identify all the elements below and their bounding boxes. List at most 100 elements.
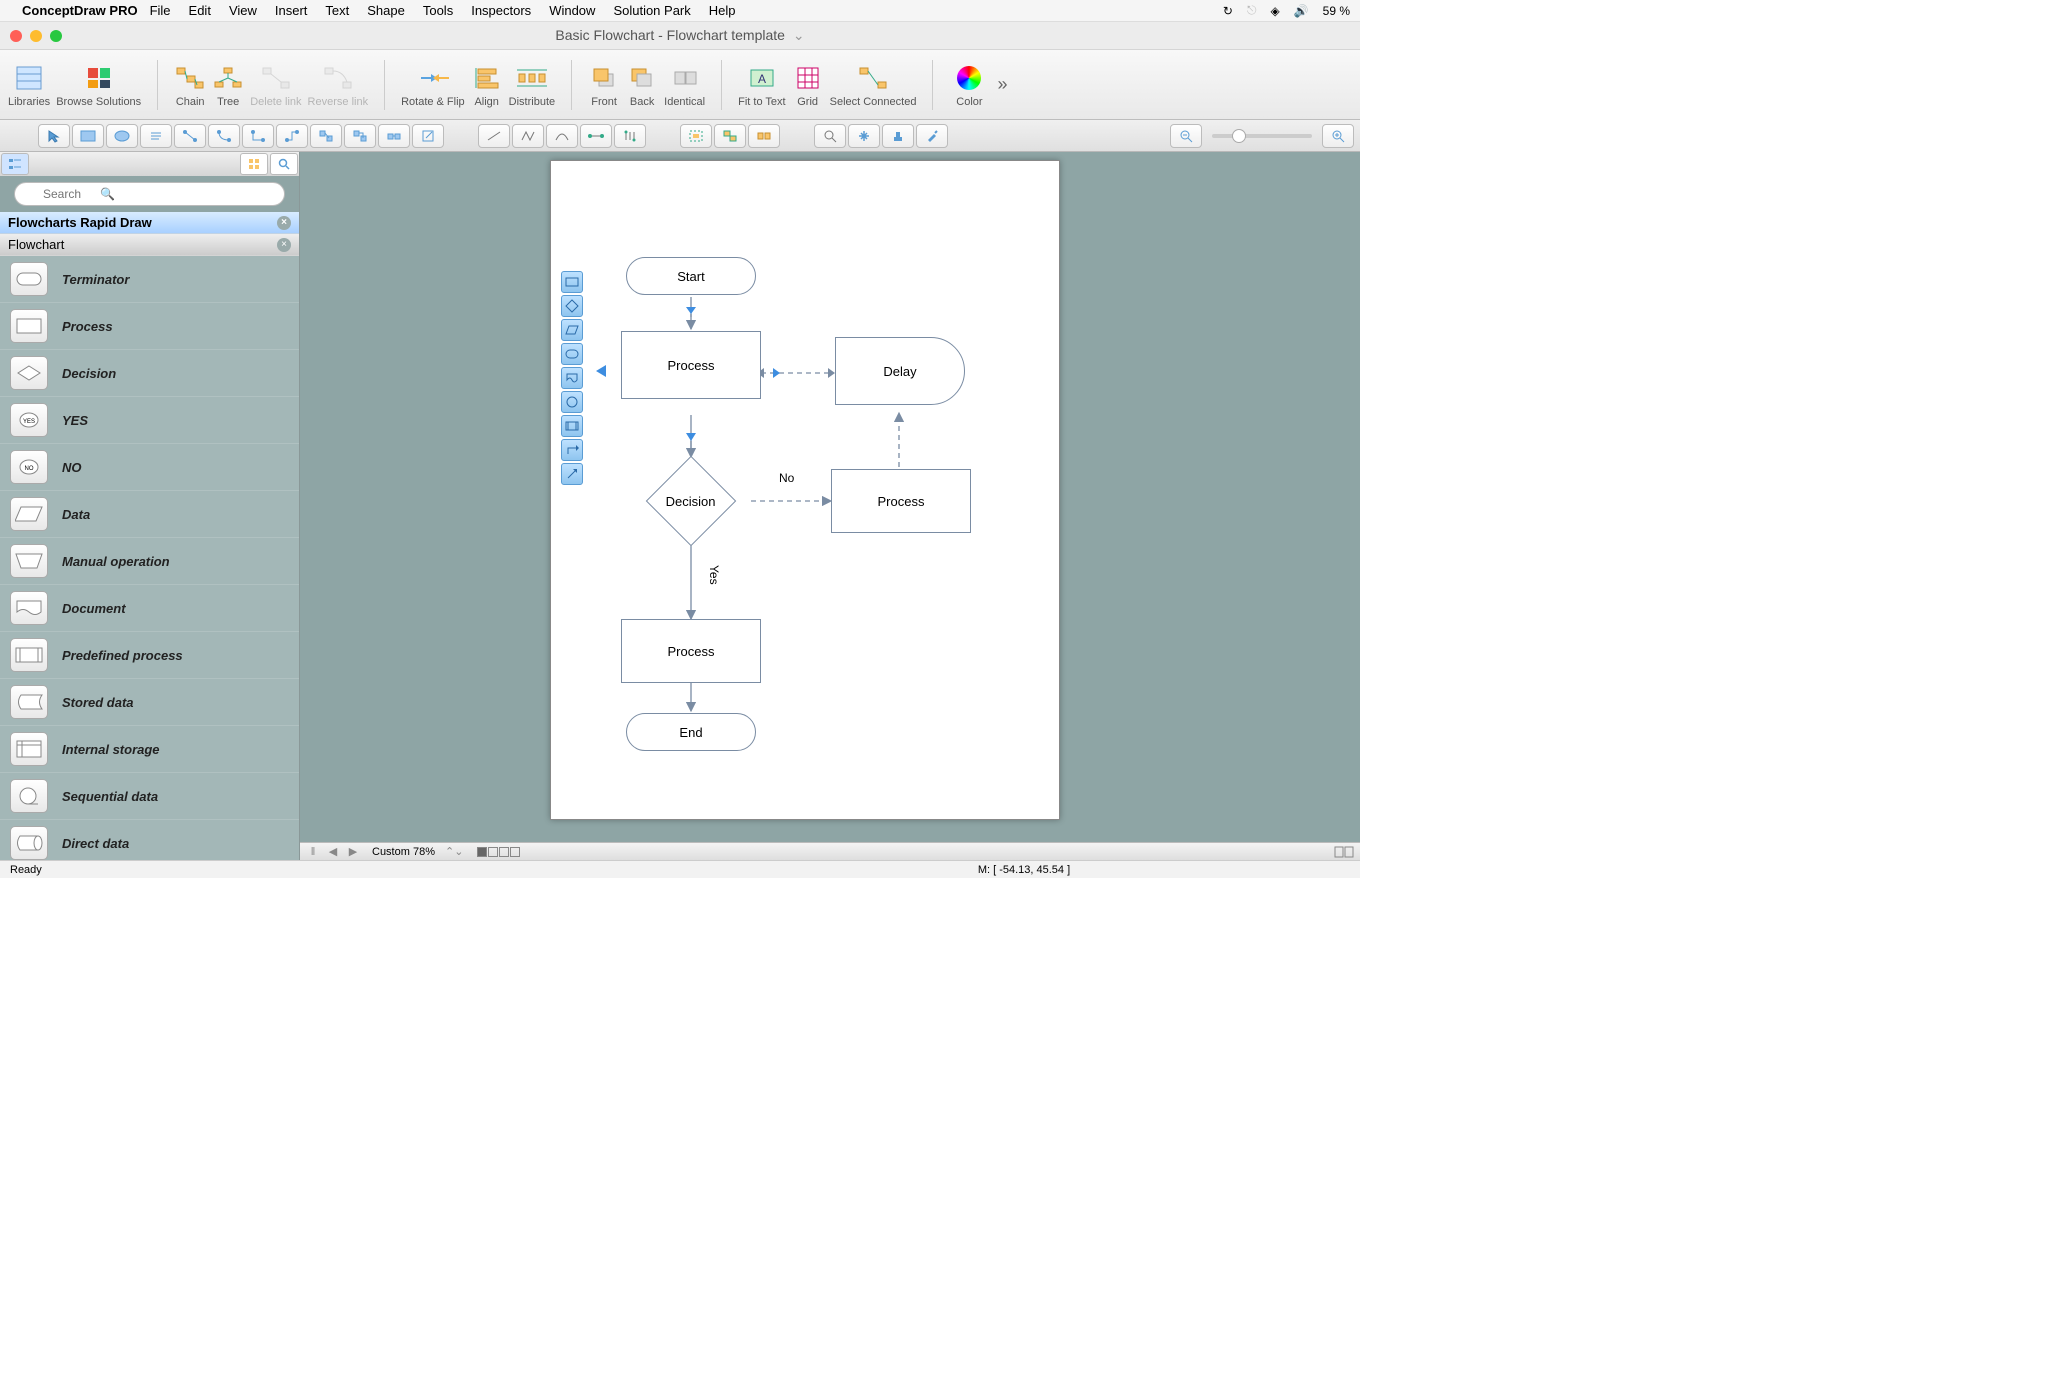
zoom-out-button[interactable]: [1170, 124, 1202, 148]
shape-direct-data[interactable]: Direct data: [0, 820, 299, 860]
shape-process[interactable]: Process: [0, 303, 299, 350]
toolbar-back[interactable]: Back: [626, 62, 658, 108]
canvas[interactable]: Start Process Delay Decision No Yes Proc…: [300, 152, 1360, 860]
toolbar-browse[interactable]: Browse Solutions: [56, 62, 141, 108]
pan-tool[interactable]: [848, 124, 880, 148]
menu-inspectors[interactable]: Inspectors: [471, 3, 531, 18]
ellipse-tool[interactable]: [106, 124, 138, 148]
qp-diamond[interactable]: [561, 295, 583, 317]
page-thumb[interactable]: [510, 847, 520, 857]
toolbar-chain[interactable]: Chain: [174, 62, 206, 108]
connector-tool-1[interactable]: [174, 124, 206, 148]
shape-no[interactable]: NONO: [0, 444, 299, 491]
group-tool-1[interactable]: [680, 124, 712, 148]
page-thumb[interactable]: [499, 847, 509, 857]
window-minimize-button[interactable]: [30, 30, 42, 42]
page-thumb[interactable]: [477, 847, 487, 857]
line-tool-1[interactable]: [478, 124, 510, 148]
rectangle-tool[interactable]: [72, 124, 104, 148]
line-tool-5[interactable]: [614, 124, 646, 148]
shape-terminator[interactable]: Terminator: [0, 256, 299, 303]
shape-sequential-data[interactable]: Sequential data: [0, 773, 299, 820]
menu-help[interactable]: Help: [709, 3, 736, 18]
toolbar-rotate-flip[interactable]: Rotate & Flip: [401, 62, 465, 108]
connector-tool-4[interactable]: [276, 124, 308, 148]
line-tool-2[interactable]: [512, 124, 544, 148]
zoom-tool[interactable]: [814, 124, 846, 148]
next-page-button[interactable]: ▶: [346, 845, 360, 858]
node-decision[interactable]: Decision: [646, 456, 737, 547]
group-tool-2[interactable]: [714, 124, 746, 148]
toolbar-grid[interactable]: Grid: [792, 62, 824, 108]
toolbar-front[interactable]: Front: [588, 62, 620, 108]
sidebar-tab-grid[interactable]: [240, 153, 268, 175]
wifi-icon[interactable]: ◈: [1270, 4, 1279, 18]
shape-internal-storage[interactable]: Internal storage: [0, 726, 299, 773]
zoom-level-text[interactable]: Custom 78%: [372, 846, 435, 858]
window-close-button[interactable]: [10, 30, 22, 42]
node-delay[interactable]: Delay: [835, 337, 965, 405]
zoom-slider-knob[interactable]: [1232, 129, 1246, 143]
qp-terminator[interactable]: [561, 343, 583, 365]
sync-icon[interactable]: ↻: [1223, 4, 1233, 18]
connector-tool-6[interactable]: [344, 124, 376, 148]
page-thumb[interactable]: [488, 847, 498, 857]
menu-insert[interactable]: Insert: [275, 3, 308, 18]
prev-page-button[interactable]: ◀: [326, 845, 340, 858]
line-tool-3[interactable]: [546, 124, 578, 148]
zoom-in-button[interactable]: [1322, 124, 1354, 148]
pause-icon[interactable]: ‖: [306, 846, 320, 858]
connector-tool-3[interactable]: [242, 124, 274, 148]
menu-edit[interactable]: Edit: [189, 3, 211, 18]
shape-stored-data[interactable]: Stored data: [0, 679, 299, 726]
sidebar-tab-search[interactable]: [270, 153, 298, 175]
menu-tools[interactable]: Tools: [423, 3, 453, 18]
connector-tool-7[interactable]: [378, 124, 410, 148]
qp-circle[interactable]: [561, 391, 583, 413]
document-title[interactable]: Basic Flowchart - Flowchart template ⌄: [555, 27, 804, 44]
sidebar-tab-outline[interactable]: [1, 153, 29, 175]
group-tool-3[interactable]: [748, 124, 780, 148]
shape-decision[interactable]: Decision: [0, 350, 299, 397]
close-icon[interactable]: ×: [277, 216, 291, 230]
toolbar-identical[interactable]: Identical: [664, 62, 705, 108]
toolbar-distribute[interactable]: Distribute: [509, 62, 555, 108]
menu-window[interactable]: Window: [549, 3, 595, 18]
stamp-tool[interactable]: [882, 124, 914, 148]
shape-document[interactable]: Document: [0, 585, 299, 632]
bluetooth-icon[interactable]: ⎋: [1247, 3, 1257, 18]
selection-handle-left[interactable]: [596, 365, 608, 377]
toolbar-align[interactable]: Align: [471, 62, 503, 108]
shape-manual-operation[interactable]: Manual operation: [0, 538, 299, 585]
link-tool[interactable]: [412, 124, 444, 148]
toolbar-fit-to-text[interactable]: A Fit to Text: [738, 62, 785, 108]
connector-tool-5[interactable]: [310, 124, 342, 148]
node-process3[interactable]: Process: [621, 619, 761, 683]
qp-document[interactable]: [561, 367, 583, 389]
shape-yes[interactable]: YESYES: [0, 397, 299, 444]
text-tool[interactable]: [140, 124, 172, 148]
volume-icon[interactable]: 🔊: [1294, 4, 1309, 18]
node-process1[interactable]: Process: [621, 331, 761, 399]
lib-header-flowchart[interactable]: Flowchart ×: [0, 234, 299, 256]
window-maximize-button[interactable]: [50, 30, 62, 42]
zoom-slider[interactable]: [1212, 134, 1312, 138]
page[interactable]: Start Process Delay Decision No Yes Proc…: [550, 160, 1060, 820]
toolbar-overflow-button[interactable]: »: [997, 74, 1007, 95]
zoom-stepper[interactable]: ⌃⌄: [445, 845, 463, 858]
eyedropper-tool[interactable]: [916, 124, 948, 148]
node-process2[interactable]: Process: [831, 469, 971, 533]
search-input[interactable]: [14, 182, 285, 206]
pointer-tool[interactable]: [38, 124, 70, 148]
menu-view[interactable]: View: [229, 3, 257, 18]
qp-rect[interactable]: [561, 271, 583, 293]
menu-file[interactable]: File: [150, 3, 171, 18]
qp-predefined[interactable]: [561, 415, 583, 437]
qp-parallelogram[interactable]: [561, 319, 583, 341]
qp-connector[interactable]: [561, 439, 583, 461]
node-start[interactable]: Start: [626, 257, 756, 295]
node-end[interactable]: End: [626, 713, 756, 751]
menu-shape[interactable]: Shape: [367, 3, 405, 18]
toolbar-color[interactable]: Color: [953, 62, 985, 108]
shape-predefined-process[interactable]: Predefined process: [0, 632, 299, 679]
